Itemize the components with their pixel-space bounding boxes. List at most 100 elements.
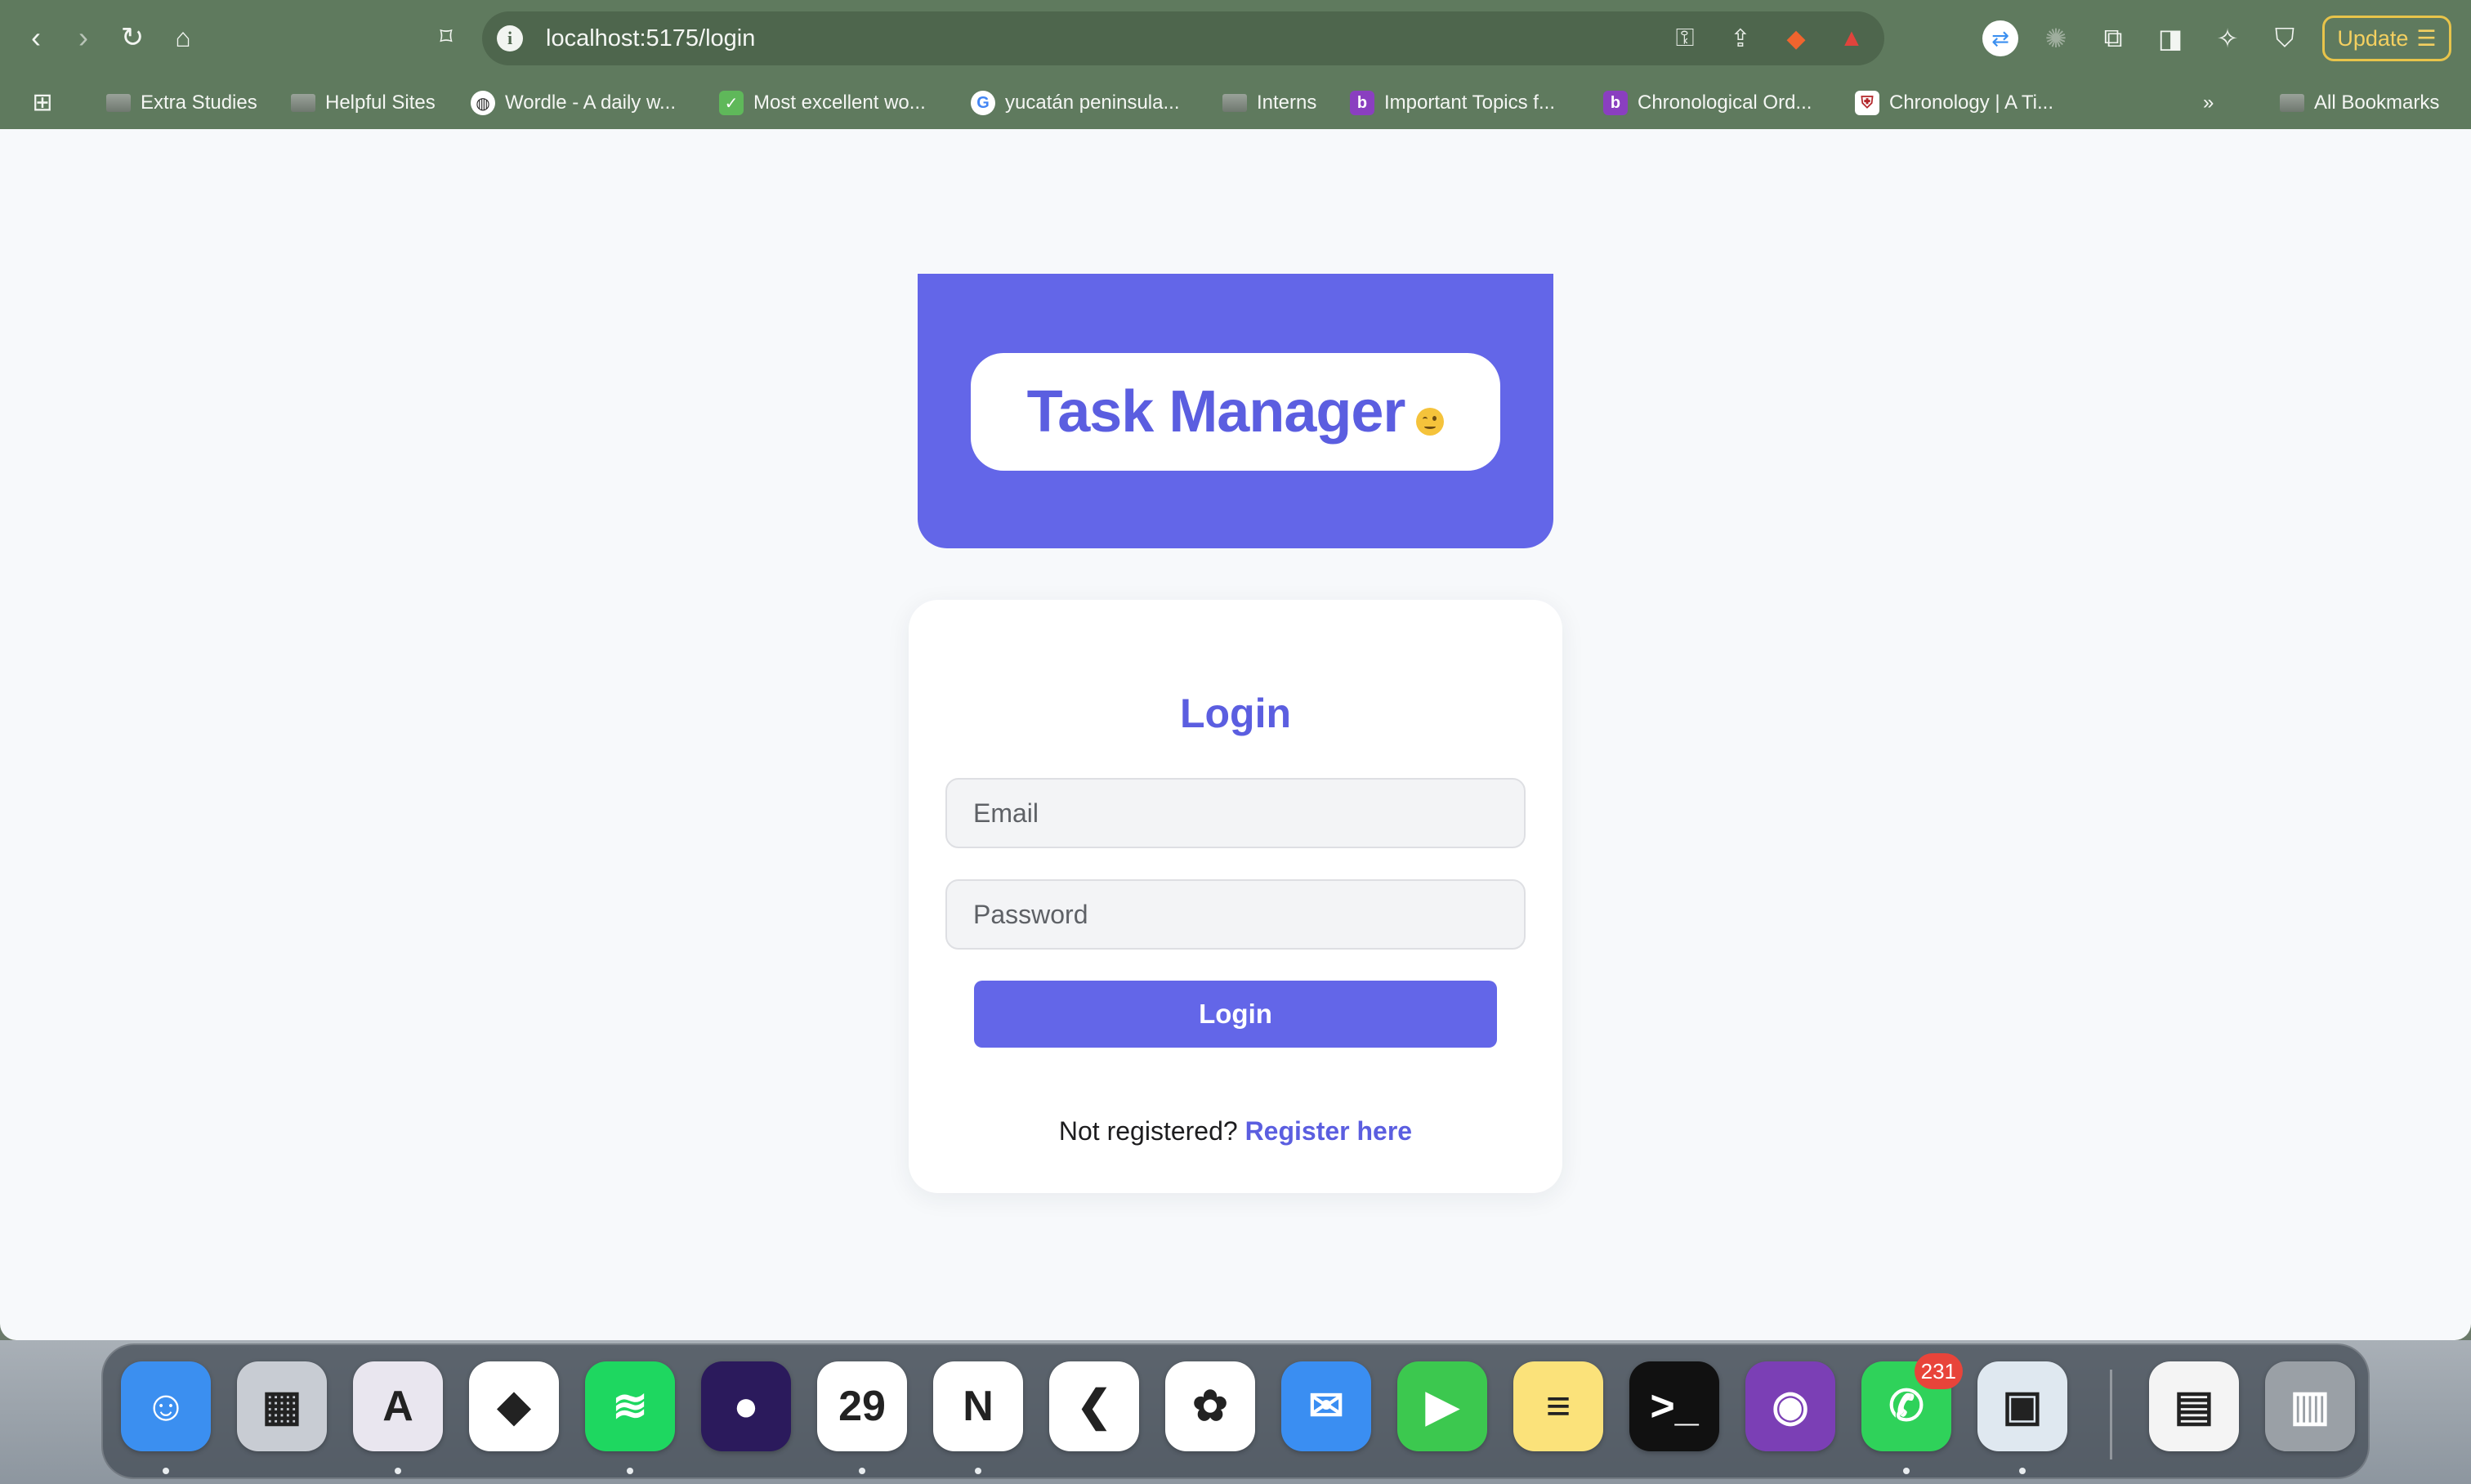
dock-glyph: ❮ [1076, 1383, 1112, 1430]
home-icon[interactable]: ⌂ [160, 15, 206, 60]
site-info-icon[interactable]: i [497, 25, 523, 51]
launchpad-icon[interactable]: ▦ [237, 1361, 327, 1451]
key-icon[interactable]: ⚿ [1669, 22, 1701, 55]
dock-glyph: ◆ [498, 1383, 530, 1430]
running-indicator [395, 1468, 401, 1474]
folder-icon [106, 94, 131, 112]
photos-icon[interactable]: ✿ [1165, 1361, 1255, 1451]
dock-glyph: A [382, 1383, 413, 1430]
firefox-icon[interactable]: ● [701, 1361, 791, 1451]
brave-rewards-icon[interactable]: ▲ [1835, 22, 1868, 55]
vpn-shield-icon[interactable]: ⛉ [2265, 19, 2304, 58]
app-title-pill: Task Manager [971, 353, 1500, 471]
b-site-icon: b [1350, 91, 1374, 115]
dock-glyph: 29 [838, 1383, 886, 1430]
winking-face-icon [1416, 408, 1445, 436]
address-bar-url[interactable]: localhost:5175/login [546, 11, 755, 65]
brave-icon[interactable]: ◆ [469, 1361, 559, 1451]
running-indicator [975, 1468, 981, 1474]
address-bar-tools: ⚿ ⇪ ◆ ▲ [1669, 20, 1868, 57]
mail-icon[interactable]: ✉ [1281, 1361, 1371, 1451]
register-prompt-line: Not registered? Register here [909, 1116, 1562, 1147]
vscode-icon[interactable]: ❮ [1049, 1361, 1139, 1451]
document-icon[interactable]: ▤ [2149, 1361, 2239, 1451]
address-bar[interactable]: i localhost:5175/login ⚿ ⇪ ◆ ▲ [482, 11, 1884, 65]
vpn-extension-icon[interactable]: ⇄ [1982, 20, 2018, 56]
dock-glyph: ▥ [2290, 1383, 2330, 1430]
update-button-label: Update [2337, 25, 2409, 51]
browser-toolbar: ‹ › ↻ ⌂ ⌑ i localhost:5175/login ⚿ ⇪ ◆ ▲… [0, 0, 2471, 77]
menu-icon: ☰ [2416, 25, 2437, 51]
running-indicator [1903, 1468, 1910, 1474]
folder-icon [2280, 94, 2304, 112]
all-bookmarks-label: All Bookmarks [2314, 92, 2440, 114]
bookmark-item[interactable]: Helpful Sites [291, 87, 436, 119]
login-button[interactable]: Login [974, 981, 1497, 1048]
extension-icon[interactable]: ✺ [2036, 19, 2076, 58]
all-bookmarks-button[interactable]: All Bookmarks [2280, 87, 2439, 119]
bookmark-item[interactable]: Gyucatán peninsula... [971, 87, 1179, 119]
bookmark-item[interactable]: b Important Topics f... [1350, 87, 1555, 119]
notes-icon[interactable]: ≡ [1513, 1361, 1603, 1451]
bookmark-label: Important Topics f... [1384, 92, 1555, 114]
bookmark-label: Interns [1257, 92, 1317, 114]
apps-grid-icon[interactable]: ⊞ [20, 80, 65, 126]
puzzle-icon[interactable]: ⧉ [2093, 19, 2133, 58]
globe-icon: ◍ [471, 91, 495, 115]
preview-icon[interactable]: ▣ [1977, 1361, 2067, 1451]
page-viewport: Task Manager Login Login Not registered?… [0, 129, 2471, 1340]
password-input[interactable] [945, 879, 1526, 950]
update-button[interactable]: Update ☰ [2322, 16, 2451, 61]
share-icon[interactable]: ⇪ [1724, 22, 1757, 55]
bookmark-label: Most excellent wo... [753, 92, 926, 114]
dock-glyph: ▶ [1426, 1383, 1459, 1430]
facetime-icon[interactable]: ▶ [1397, 1361, 1487, 1451]
sidebar-icon[interactable]: ◨ [2151, 19, 2190, 58]
dock-glyph: ☺ [144, 1383, 188, 1430]
dock-glyph: >_ [1650, 1383, 1699, 1430]
bookmark-label: Helpful Sites [325, 92, 436, 114]
brave-shields-icon[interactable]: ◆ [1780, 22, 1812, 55]
bookmark-item[interactable]: ⛨ Chronology | A Ti... [1855, 87, 2053, 119]
reload-icon[interactable]: ↻ [109, 15, 155, 60]
terminal-icon[interactable]: >_ [1629, 1361, 1719, 1451]
forward-icon[interactable]: › [60, 15, 106, 60]
bookmark-item[interactable]: Extra Studies [106, 87, 257, 119]
email-input[interactable] [945, 778, 1526, 848]
dock-glyph: ≋ [612, 1383, 648, 1430]
bookmark-page-icon[interactable]: ⌑ [423, 15, 469, 60]
register-prompt: Not registered? [1058, 1116, 1238, 1146]
running-indicator [2019, 1468, 2026, 1474]
github-desktop-icon[interactable]: ◉ [1745, 1361, 1835, 1451]
dock: ☺ ▦ A ◆ ≋ ● 29 N ❮ ✿ ✉ ▶ ≡ >_ ◉ ✆ 231 ▣ ▤ ▥ [101, 1343, 2370, 1479]
calendar-icon[interactable]: 29 [817, 1361, 907, 1451]
bookmark-label: Chronology | A Ti... [1889, 92, 2054, 114]
bookmark-label: Extra Studies [141, 92, 257, 114]
register-link[interactable]: Register here [1245, 1116, 1413, 1146]
trash-icon[interactable]: ▥ [2265, 1361, 2355, 1451]
crest-icon: ⛨ [1855, 91, 1879, 115]
bookmarks-bar: ⊞ Extra Studies Helpful Sites ◍ Wordle - A … [0, 77, 2471, 129]
whatsapp-icon[interactable]: ✆ 231 [1861, 1353, 1963, 1451]
bookmark-item[interactable]: ✓ Most excellent wo... [719, 87, 926, 119]
running-indicator [627, 1468, 633, 1474]
bookmark-item[interactable]: b Chronological Ord... [1603, 87, 1812, 119]
folder-icon [1222, 94, 1247, 112]
dock-separator [2110, 1370, 2112, 1459]
finder-icon[interactable]: ☺ [121, 1361, 211, 1451]
leo-ai-icon[interactable]: ✧ [2208, 19, 2247, 58]
checkmark-icon: ✓ [719, 91, 744, 115]
notion-icon[interactable]: N [933, 1361, 1023, 1451]
notification-badge: 231 [1914, 1353, 1963, 1389]
login-heading: Login [1179, 691, 1292, 736]
running-indicator [859, 1468, 865, 1474]
dock-glyph: ◉ [1772, 1383, 1809, 1430]
back-icon[interactable]: ‹ [13, 15, 59, 60]
bookmark-item[interactable]: ◍ Wordle - A daily w... [471, 87, 676, 119]
arc-icon[interactable]: A [353, 1361, 443, 1451]
bookmark-item[interactable]: Interns [1222, 87, 1316, 119]
bookmarks-overflow-icon[interactable]: » [2203, 87, 2214, 119]
dock-glyph: ▦ [261, 1383, 302, 1430]
app-title: Task Manager [1026, 379, 1406, 445]
spotify-icon[interactable]: ≋ [585, 1361, 675, 1451]
